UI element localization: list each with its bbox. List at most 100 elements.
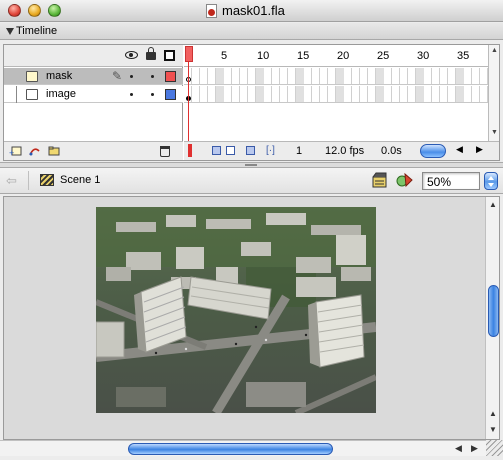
- frame-span-marker: [376, 68, 384, 84]
- mask-layer-icon: [26, 71, 38, 82]
- frame-span-marker: [416, 68, 424, 84]
- scroll-up-arrow-icon[interactable]: ▲: [489, 200, 497, 209]
- frame-span-marker: [216, 68, 224, 84]
- frame-span-marker: [216, 86, 224, 102]
- zoom-level-field[interactable]: 50%: [422, 172, 480, 190]
- back-arrow-icon[interactable]: ⇦: [6, 173, 17, 189]
- insert-layer-folder-icon[interactable]: [47, 145, 60, 157]
- layer-row-image[interactable]: image: [4, 86, 183, 103]
- frame-number: 25: [377, 50, 390, 62]
- frame-number: 20: [337, 50, 350, 62]
- timeline-horizontal-scroll-thumb[interactable]: [420, 144, 446, 158]
- zoom-dropdown-button[interactable]: [484, 172, 498, 190]
- scroll-left-arrow-icon[interactable]: ◀: [456, 144, 463, 155]
- frame-span-marker: [456, 86, 464, 102]
- edit-symbols-icon[interactable]: [396, 172, 413, 188]
- frame-number: 35: [457, 50, 470, 62]
- layer-name[interactable]: image: [46, 88, 76, 100]
- frame-span-marker: [256, 86, 264, 102]
- current-frame: 1: [296, 145, 303, 157]
- stage-vertical-scrollbar[interactable]: ▲ ▲ ▼: [485, 197, 499, 439]
- visibility-dot[interactable]: [130, 75, 133, 78]
- modify-onion-markers-icon[interactable]: [·]: [266, 145, 275, 156]
- masked-layer-icon: [26, 89, 38, 100]
- close-window-button[interactable]: [8, 4, 21, 17]
- frame-span-marker: [296, 68, 304, 84]
- timeline-status-bar: [·] 1 12.0 fps 0.0s ◀ ▶: [184, 141, 499, 160]
- lock-dot[interactable]: [151, 93, 154, 96]
- layer-tools-bar: +: [4, 141, 183, 160]
- delete-layer-trash-icon[interactable]: [160, 146, 170, 157]
- scroll-right-arrow-icon[interactable]: ▶: [476, 144, 483, 155]
- playhead[interactable]: [185, 45, 193, 141]
- scene-clapper-icon: [40, 174, 54, 186]
- edit-scene-icon[interactable]: [372, 172, 387, 188]
- scroll-left-arrow-icon[interactable]: ◀: [455, 443, 462, 454]
- frame-row-image[interactable]: [184, 86, 488, 103]
- timeline-panel: mask ✎ image + 5 10 15 20 25 30 35 ▲ ▼ […: [3, 44, 500, 161]
- timeline-panel-title: Timeline: [16, 25, 58, 37]
- timeline-panel-header[interactable]: Timeline: [0, 23, 503, 40]
- insert-layer-icon[interactable]: +: [9, 145, 22, 157]
- collapse-triangle-icon[interactable]: [6, 28, 14, 35]
- edit-bar-divider: [28, 171, 29, 190]
- stage-area[interactable]: ▲ ▲ ▼: [3, 196, 500, 440]
- outline-all-icon[interactable]: [164, 50, 175, 61]
- frame-number: 30: [417, 50, 430, 62]
- show-hide-all-eye-icon[interactable]: [125, 51, 138, 59]
- visibility-dot[interactable]: [130, 93, 133, 96]
- window-resize-grip-icon[interactable]: [486, 440, 503, 456]
- lock-dot[interactable]: [151, 75, 154, 78]
- frame-number: 5: [221, 50, 228, 62]
- layer-list-header: [4, 45, 183, 67]
- scroll-down-arrow-icon[interactable]: ▼: [490, 129, 499, 136]
- scroll-right-arrow-icon[interactable]: ▶: [471, 443, 478, 454]
- playhead-line: [188, 62, 189, 141]
- frame-number: 15: [297, 50, 310, 62]
- frame-grid[interactable]: 1 5 10 15 20 25 30 35: [184, 45, 488, 141]
- elapsed-time: 0.0s: [381, 145, 402, 157]
- stage-city-photo-image[interactable]: [96, 207, 376, 413]
- playhead-handle[interactable]: [185, 46, 193, 62]
- edit-bar: ⇦ Scene 1 50%: [0, 168, 503, 194]
- fla-document-icon: [206, 4, 217, 18]
- frame-span-marker: [336, 86, 344, 102]
- scroll-up-arrow-icon[interactable]: ▲: [489, 409, 497, 418]
- edit-multiple-frames-icon[interactable]: [246, 146, 255, 155]
- horizontal-scroll-thumb[interactable]: [128, 443, 333, 455]
- svg-text:+: +: [9, 148, 14, 157]
- frame-span-marker: [416, 86, 424, 102]
- pencil-edit-icon: ✎: [112, 69, 123, 83]
- outline-color-swatch[interactable]: [165, 71, 176, 82]
- frame-span-marker: [256, 68, 264, 84]
- frame-rate: 12.0 fps: [325, 145, 365, 157]
- title-bar: mask01.fla: [0, 0, 503, 22]
- frame-span-marker: [336, 68, 344, 84]
- center-frame-icon[interactable]: [188, 144, 192, 157]
- splitter-grip-icon[interactable]: [245, 164, 257, 166]
- frame-ruler[interactable]: 1 5 10 15 20 25 30 35: [184, 45, 488, 67]
- frame-number: 10: [257, 50, 270, 62]
- layer-list: mask ✎ image +: [4, 45, 183, 160]
- scene-breadcrumb[interactable]: Scene 1: [60, 174, 100, 186]
- frame-row-mask[interactable]: [184, 68, 488, 85]
- timeline-vertical-scrollbar[interactable]: ▲ ▼: [488, 45, 499, 141]
- onion-skin-outlines-icon[interactable]: [226, 146, 235, 155]
- frame-span-marker: [296, 86, 304, 102]
- scroll-up-arrow-icon[interactable]: ▲: [490, 47, 499, 54]
- minimize-window-button[interactable]: [28, 4, 41, 17]
- scroll-down-arrow-icon[interactable]: ▼: [489, 425, 497, 434]
- masked-indent-line: [16, 86, 17, 103]
- frame-span-marker: [456, 68, 464, 84]
- stage-horizontal-scrollbar[interactable]: ◀ ▶: [0, 440, 486, 456]
- add-motion-guide-icon[interactable]: [28, 145, 41, 157]
- onion-skin-icon[interactable]: [212, 146, 221, 155]
- zoom-window-button[interactable]: [48, 4, 61, 17]
- window-title: mask01.fla: [222, 3, 285, 18]
- outline-color-swatch[interactable]: [165, 89, 176, 100]
- layer-name[interactable]: mask: [46, 70, 72, 82]
- vertical-scroll-thumb[interactable]: [488, 285, 499, 337]
- lock-all-icon[interactable]: [146, 47, 156, 60]
- frame-span-marker: [376, 86, 384, 102]
- layer-row-mask[interactable]: mask ✎: [4, 68, 183, 85]
